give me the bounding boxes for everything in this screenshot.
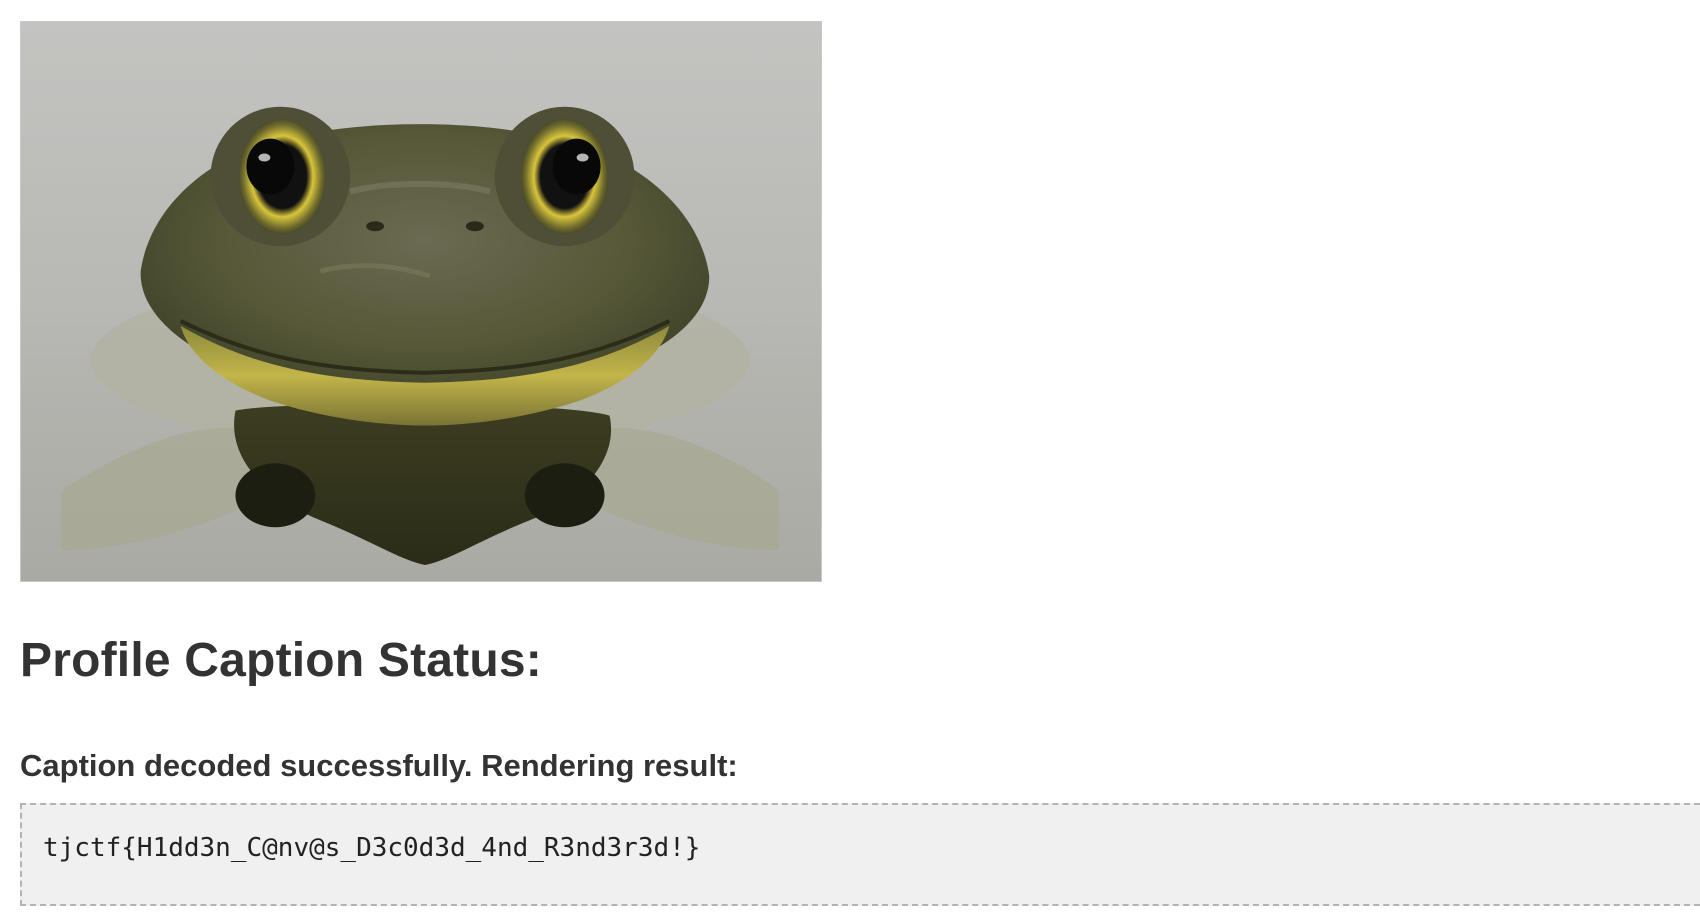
page-content: Profile Caption Status: Caption decoded … <box>20 21 1700 906</box>
caption-result-text: tjctf{H1dd3n_C@nv@s_D3c0d3d_4nd_R3nd3r3d… <box>43 833 701 863</box>
caption-status-heading: Profile Caption Status: <box>20 634 542 687</box>
profile-image <box>20 21 822 582</box>
decode-status-message: Caption decoded successfully. Rendering … <box>20 748 738 783</box>
caption-result-box: tjctf{H1dd3n_C@nv@s_D3c0d3d_4nd_R3nd3r3d… <box>20 803 1700 906</box>
frog-photo-illustration <box>21 22 821 581</box>
